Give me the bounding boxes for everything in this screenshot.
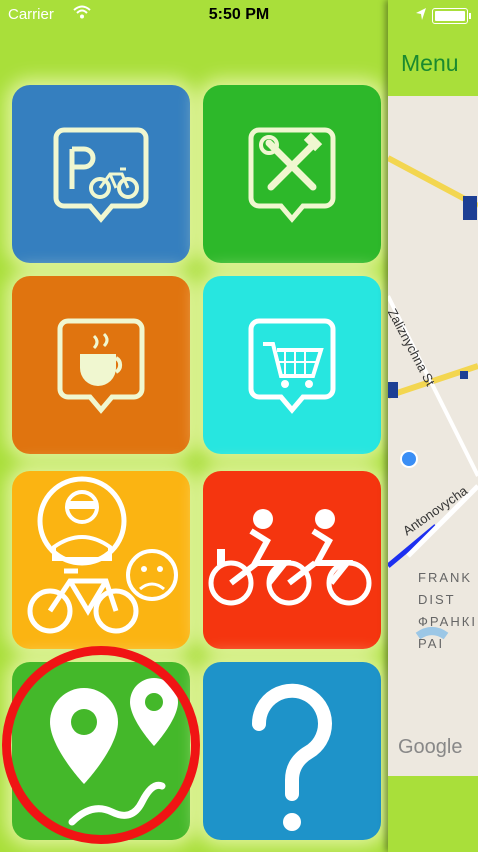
- repair-tools-pin-icon: [248, 127, 336, 223]
- map-roads: [388, 96, 478, 776]
- shopping-cart-pin-icon: [248, 318, 336, 414]
- map-view[interactable]: Zaliznychna St Antonovycha FRANK DIST ФР…: [388, 96, 478, 776]
- tile-bike-repair[interactable]: [203, 85, 381, 263]
- route-pins-icon: [50, 678, 178, 826]
- menu-button[interactable]: Menu: [401, 50, 459, 77]
- question-mark-icon: [251, 683, 332, 831]
- thief-bike-icon: [27, 476, 178, 634]
- tile-bike-theft[interactable]: [12, 471, 190, 649]
- battery-icon: [432, 8, 471, 24]
- tile-bike-shop[interactable]: [203, 276, 381, 454]
- tile-group-rides[interactable]: [203, 471, 381, 649]
- tile-help[interactable]: [203, 662, 381, 840]
- google-attribution: Google: [398, 736, 463, 758]
- map-bottom-strip: [388, 776, 478, 852]
- tile-bike-parking[interactable]: [12, 85, 190, 263]
- map-district-label: РАІ: [418, 636, 445, 651]
- bike-parking-pin-icon: [53, 127, 149, 223]
- current-location-dot: [400, 450, 418, 468]
- coffee-cup-pin-icon: [57, 318, 145, 414]
- map-district-label: ФРАНКІ: [418, 614, 477, 629]
- tile-routes[interactable]: [12, 662, 190, 840]
- cyclists-icon: [208, 509, 372, 606]
- tile-cafe[interactable]: [12, 276, 190, 454]
- map-district-label: DIST: [418, 592, 456, 607]
- location-arrow-icon: [416, 8, 426, 20]
- category-grid: [0, 0, 388, 852]
- map-district-label: FRANK: [418, 570, 473, 585]
- map-panel[interactable]: Menu Zaliznychna St Antonovycha FRANK DI…: [388, 0, 478, 852]
